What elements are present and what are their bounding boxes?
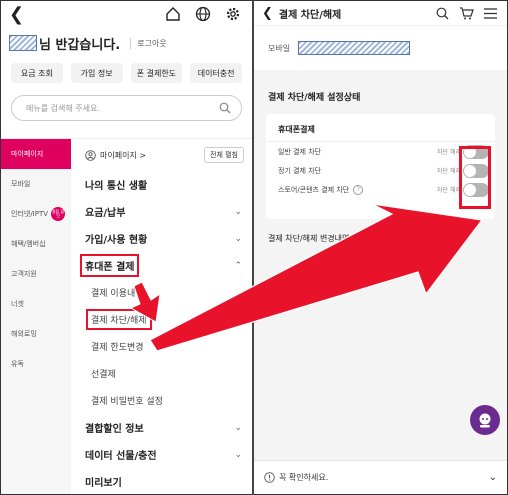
quick-button-pay-limit[interactable]: 폰 결제한도: [130, 63, 183, 83]
chevron-down-icon: ⌄: [234, 206, 242, 217]
category-billing[interactable]: 요금/납부 ⌄: [71, 198, 252, 225]
expand-all-button[interactable]: 전체 펼침: [204, 147, 244, 163]
back-arrow-icon[interactable]: ❮: [9, 4, 24, 25]
chevron-down-icon: ⌄: [234, 422, 242, 433]
question-icon[interactable]: ?: [353, 184, 364, 195]
chevron-down-icon: ⌄: [234, 449, 242, 460]
category-data-gift[interactable]: 데이터 선물/충전 ⌄: [71, 441, 252, 468]
bundle-discount-badge: 결합 할인: [51, 207, 66, 221]
logout-link[interactable]: 로그아웃: [130, 37, 167, 49]
quick-menu: 요금 조회 가입 정보 폰 결제한도 데이터충전: [1, 51, 252, 83]
sidenav-item-nugget[interactable]: 너겟: [1, 289, 71, 319]
category-preview[interactable]: 미리보기: [71, 468, 252, 494]
payment-block-page: ❮ 결제 차단/해제 모바일 결제 차단/해제 설정상태 휴대폰결제 일반 결제…: [254, 1, 507, 494]
toggles-highlight-box: [459, 146, 491, 209]
mypage-link[interactable]: 마이페이지 >: [100, 150, 146, 161]
notice-text: 꼭 확인하세요.: [279, 473, 329, 482]
quick-button-subscription[interactable]: 가입 정보: [70, 63, 123, 83]
subitem-payment-block[interactable]: 결제 차단/해제: [71, 306, 252, 333]
quick-button-bill[interactable]: 요금 조회: [11, 63, 63, 83]
masked-phone-number: [298, 41, 411, 55]
settings-gear-icon[interactable]: [222, 3, 244, 25]
cart-icon[interactable]: [457, 4, 475, 22]
info-icon: [264, 472, 275, 483]
toggle-state-text: 차단 해제: [437, 187, 461, 194]
sidenav-item-roaming[interactable]: 해외로밍: [1, 319, 71, 349]
masked-username: [9, 35, 37, 51]
greeting-row: 님 반갑습니다. 로그아웃: [1, 27, 252, 53]
subitem-payment-history[interactable]: 결제 이용내역: [71, 279, 252, 306]
line-selector[interactable]: 모바일: [254, 25, 507, 70]
globe-icon[interactable]: [192, 3, 214, 25]
subitem-password-setting[interactable]: 결제 비밀번호 설정: [71, 387, 252, 414]
search-icon[interactable]: [433, 4, 451, 22]
left-header: ❮: [1, 1, 252, 27]
search-placeholder: 메뉴를 검색해 주세요.: [26, 103, 100, 113]
toggle-state-text: 차단 해제: [437, 149, 461, 156]
category-phone-payment[interactable]: 휴대폰 결제 ⌃: [71, 252, 252, 279]
chat-bot-icon[interactable]: [470, 405, 500, 435]
notice-bar[interactable]: 꼭 확인하세요. ⌄: [254, 460, 507, 494]
sidenav-item-internet-iptv[interactable]: 인터넷/IPTV 결합 할인: [1, 199, 71, 229]
phone-payment-highlight: 휴대폰 결제: [80, 254, 140, 277]
quick-button-data-charge[interactable]: 데이터충전: [190, 63, 242, 83]
chevron-down-icon: ⌄: [234, 233, 242, 244]
subitem-prepayment[interactable]: 선결제: [71, 360, 252, 387]
chevron-up-icon: ⌃: [234, 260, 242, 271]
section-title: 결제 차단/해제 설정상태: [268, 93, 361, 103]
left-menu-panel: ❮ 님 반갑습니다. 로그아웃 요금 조회 가입 정보 폰 결제한도 데이터충전…: [1, 1, 252, 494]
menu-list: 마이페이지 > 전체 펼침 나의 통신 생활 요금/납부 ⌄ 가입/사용 현황 ⌄ …: [71, 139, 252, 494]
sidenav-item-mobile[interactable]: 모바일: [1, 169, 71, 199]
right-header: ❮ 결제 차단/해제: [254, 1, 507, 25]
mobile-label: 모바일: [268, 43, 291, 53]
category-bundle-discount[interactable]: 결합할인 정보 ⌄: [71, 414, 252, 441]
side-navigation: 마이페이지 모바일 인터넷/IPTV 결합 할인 혜택/멤버십 고객지원 너겟 해…: [1, 139, 71, 494]
payment-block-highlight: 결제 차단/해제: [86, 309, 152, 330]
user-icon: [85, 149, 96, 161]
hamburger-menu-icon[interactable]: [481, 4, 499, 22]
menu-body: 마이페이지 모바일 인터넷/IPTV 결합 할인 혜택/멤버십 고객지원 너겟 해…: [1, 138, 252, 494]
category-communication-life[interactable]: 나의 통신 생활: [71, 171, 252, 198]
greeting-text: 님 반갑습니다.: [39, 37, 121, 53]
card-title: 휴대폰결제: [266, 114, 495, 142]
home-icon[interactable]: [162, 3, 184, 25]
back-arrow-icon[interactable]: ❮: [262, 6, 273, 21]
page-title: 결제 차단/해제: [278, 9, 342, 21]
sidenav-item-mypage[interactable]: 마이페이지: [1, 139, 71, 169]
menu-search-input[interactable]: 메뉴를 검색해 주세요.: [11, 95, 242, 121]
sidenav-item-udok[interactable]: 유독: [1, 349, 71, 379]
sidenav-item-benefits[interactable]: 혜택/멤버십: [1, 229, 71, 259]
sidenav-item-support[interactable]: 고객지원: [1, 259, 71, 289]
category-subscription-status[interactable]: 가입/사용 현황 ⌄: [71, 225, 252, 252]
search-icon[interactable]: [219, 99, 231, 118]
mypage-row: 마이페이지 > 전체 펼침: [71, 139, 252, 171]
change-history-link[interactable]: 결제 차단/해제 변경내역 확인하기 >: [254, 219, 507, 244]
toggle-state-text: 차단 해제: [437, 168, 461, 175]
subitem-limit-change[interactable]: 결제 한도변경: [71, 333, 252, 360]
chevron-down-icon[interactable]: ⌄: [489, 472, 497, 483]
